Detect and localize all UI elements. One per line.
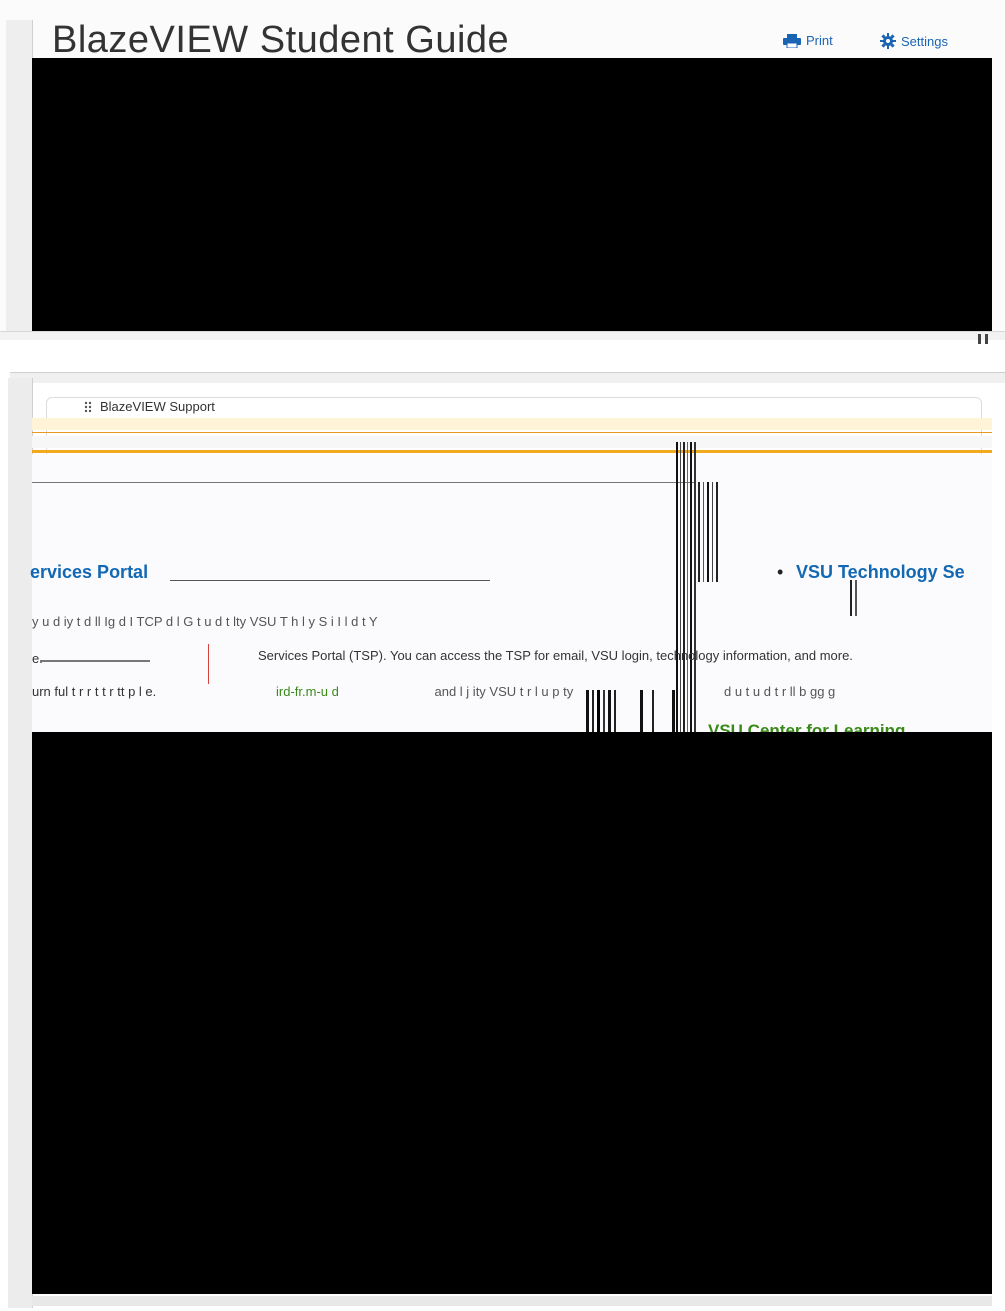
page-title: BlazeVIEW Student Guide xyxy=(52,19,510,61)
drag-handle-icon[interactable] xyxy=(84,401,92,413)
settings-button[interactable]: Settings xyxy=(880,33,948,49)
content-divider xyxy=(32,482,696,483)
support-widget-title: BlazeVIEW Support xyxy=(100,399,215,414)
settings-label: Settings xyxy=(901,33,948,49)
rendering-artifact xyxy=(698,482,718,582)
section-heading: VSU Center for Learning xyxy=(708,721,906,732)
alert-banner xyxy=(32,418,992,430)
lower-window-bottom-edge xyxy=(32,1296,992,1306)
nav-strip xyxy=(32,436,992,448)
text-rule xyxy=(40,660,150,662)
inline-link[interactable]: ird-fr.m-u d xyxy=(276,684,339,699)
top-window-bottom-edge xyxy=(0,331,1005,340)
gear-icon xyxy=(880,33,896,49)
banner-divider xyxy=(32,432,992,433)
body-text: y u d iy t d ll Ig d I TCP d l G t u d t… xyxy=(32,614,378,629)
redacted-region-top xyxy=(32,58,992,331)
rendering-artifact xyxy=(850,580,857,616)
body-text: e. xyxy=(32,651,43,666)
accent-bar xyxy=(32,450,992,453)
resize-handle-icon[interactable] xyxy=(976,334,990,344)
column-divider xyxy=(208,644,209,684)
support-widget-header[interactable]: BlazeVIEW Support xyxy=(84,399,215,414)
lower-window-left-gutter xyxy=(8,378,33,1308)
redacted-region-bottom xyxy=(32,732,992,1294)
top-window-left-gutter xyxy=(6,20,33,336)
bullet: • xyxy=(777,562,784,582)
print-button[interactable]: Print xyxy=(783,33,833,48)
printer-icon xyxy=(783,33,801,48)
vsu-technology-services-link[interactable]: VSU Technology Se xyxy=(796,561,965,583)
print-label: Print xyxy=(806,33,833,48)
heading-rule xyxy=(170,580,490,581)
services-portal-link[interactable]: ervices Portal xyxy=(30,561,148,583)
body-text: Services Portal (TSP). You can access th… xyxy=(258,648,853,663)
body-text: d u t u d t r ll b gg g xyxy=(724,684,836,699)
lower-window-top-edge xyxy=(10,372,1005,383)
